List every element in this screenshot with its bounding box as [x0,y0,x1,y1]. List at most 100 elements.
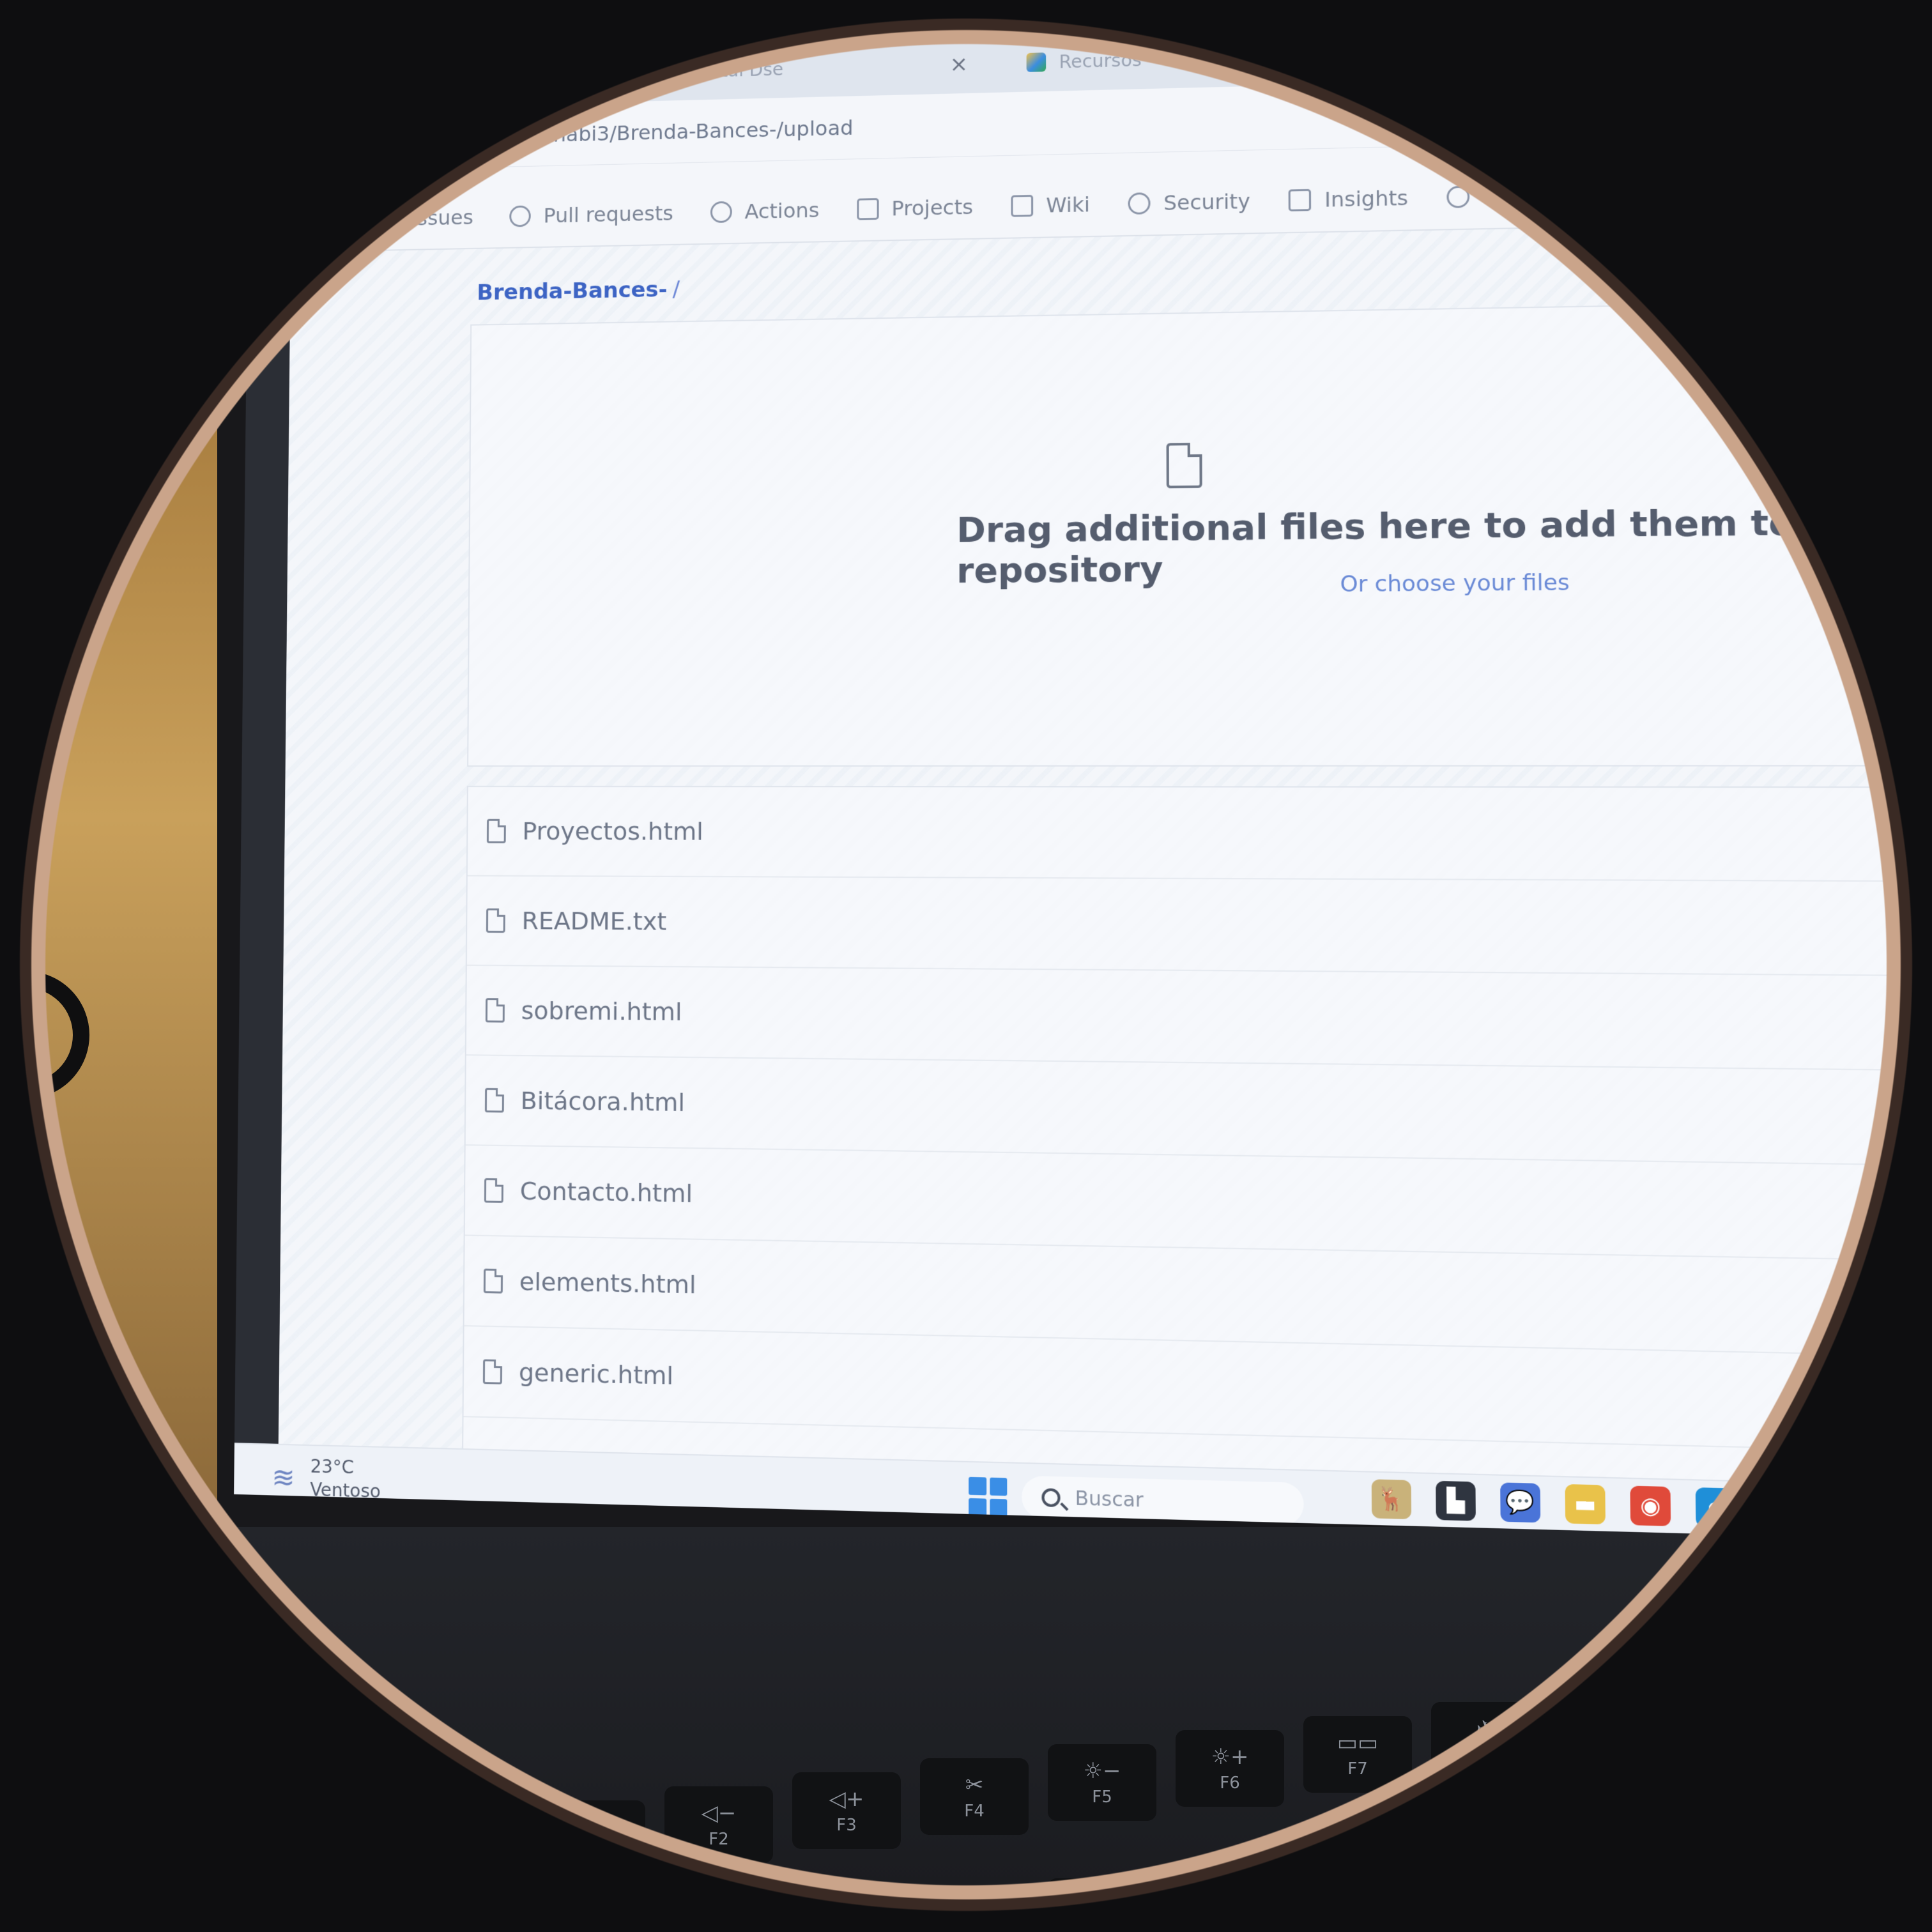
tab-projects[interactable]: Projects [856,195,973,222]
key-glyph: ☼− [1083,1758,1121,1784]
tab-issues[interactable]: Issues [377,205,473,231]
tab-security-label: Security [1163,188,1250,215]
issue-circle-icon [377,208,399,230]
key-f5[interactable]: ☼− F5 [1048,1744,1156,1821]
tab-label: Brenda [397,66,460,89]
file-icon [483,1268,503,1294]
key-label: F3 [836,1816,857,1835]
tab-pull-requests[interactable]: Pull requests [509,201,673,229]
photo-scene: Brenda × Portal Dse × Recursos - Google … [0,0,1932,1932]
key-label: F6 [1220,1774,1240,1793]
tab-actions[interactable]: Actions [710,198,820,224]
portal-icon [661,62,680,82]
terminal-icon[interactable]: ▙ [1436,1480,1476,1521]
key-f2[interactable]: ◁− F2 [664,1786,773,1863]
key-esc[interactable]: Esc ock [409,1814,518,1891]
tab-wiki-label: Wiki [1046,192,1091,218]
tab-insights-label: Insights [1324,185,1409,212]
key-symbol: $ [1096,1880,1108,1899]
weather-widget[interactable]: ≋ 23°C Ventoso [272,1454,381,1503]
breadcrumb: Brenda-Bances- / [477,277,680,305]
start-tile [989,1477,1008,1496]
file-name: README.txt [521,907,667,936]
number-key[interactable]: & 6 [1367,1846,1476,1897]
key-glyph: ▭▭ [1337,1730,1379,1756]
file-name: generic.html [518,1358,674,1390]
tab-code[interactable]: Code [291,208,342,249]
table-icon [856,198,879,220]
key-f1[interactable]: 🔇 F1 [537,1800,645,1877]
play-circle-icon [710,201,732,224]
key-glyph: ☼+ [1211,1744,1249,1770]
search-placeholder: Buscar [1075,1486,1144,1512]
number-key[interactable]: #3 [888,1894,997,1932]
weather-condition: Ventoso [310,1478,381,1503]
key-f7[interactable]: ▭▭ F7 [1303,1716,1412,1793]
laptop-screen: Brenda × Portal Dse × Recursos - Google … [183,0,1932,1590]
wind-icon: ≋ [272,1460,295,1494]
key-label: F7 [1347,1759,1368,1779]
taskbar-search[interactable]: Buscar [1022,1475,1304,1526]
tab-insights[interactable]: Insights [1288,185,1409,213]
key-f4[interactable]: ✂ F4 [920,1758,1029,1835]
taskbar-apps: 🦌 ▙ 💬 ▬ ◉ e ▣ L ✕ [1371,1479,1932,1533]
tab-portal-dse[interactable]: Portal Dse × [636,34,994,102]
key-f3[interactable]: ◁+ F3 [792,1772,901,1849]
file-icon [485,998,505,1023]
tab-label: Portal Dse [692,58,784,82]
folder-icon[interactable]: ▬ [1565,1483,1606,1525]
start-tile [969,1498,986,1516]
tab-issues-label: Issues [411,205,473,231]
file-name: Contacto.html [519,1176,693,1208]
widget-deer-icon[interactable]: 🦌 [1371,1479,1412,1519]
key-symbol: & [1414,1848,1429,1867]
chrome-icon[interactable]: ◉ [1630,1485,1671,1526]
upload-dropzone[interactable]: Drag additional files here to add them t… [467,300,1932,767]
file-icon [484,1087,505,1113]
site-settings-icon[interactable] [360,130,381,148]
list-item: Proyectos.html [467,786,1932,882]
key-f6[interactable]: ☼+ F6 [1176,1730,1284,1807]
number-key[interactable]: " [728,1910,837,1932]
start-button[interactable] [969,1476,1008,1517]
chat-icon[interactable]: 💬 [1500,1482,1541,1523]
l-app-icon[interactable]: L [1827,1491,1869,1532]
shield-icon [1128,192,1151,215]
start-tile [969,1476,986,1495]
start-tile [989,1498,1008,1517]
uploaded-file-list: Proyectos.html README.txt sobremi.html B… [461,785,1932,1544]
tab-security[interactable]: Security [1128,189,1250,216]
store-icon[interactable]: ▣ [1761,1489,1803,1530]
new-tab-button[interactable]: + [1415,36,1439,68]
url-text[interactable]: github.com/Brenabi3/Brenda-Bances-/uploa… [399,116,853,150]
tab-settings-label: Settings [1483,182,1572,209]
tab-settings[interactable]: Settings [1446,182,1572,210]
key-digit: 3 [935,1919,949,1932]
laptop-keyboard: Esc ock 🔇 F1 ◁− F2 ◁+ F3 ✂ F4 ☼− F5 ☼+ F6 ▭▭ F7 ✈ F8 " #3 $4… [409,1702,1687,1932]
repo-link[interactable]: Brenda-Bances- [477,277,667,305]
close-tab-icon[interactable]: × [1349,41,1368,67]
tab-label: Recursos - Google Drive [1059,45,1280,73]
number-key[interactable]: $4 [1048,1878,1156,1929]
tab-brenda[interactable]: Brenda × [341,43,630,109]
number-key[interactable]: % 5 [1208,1862,1316,1913]
file-name: Proyectos.html [522,816,704,846]
close-tab-icon[interactable]: × [586,61,604,86]
key-glyph: ✂ [965,1772,984,1798]
file-icon [486,818,506,843]
tab-pull-requests-label: Pull requests [543,201,673,228]
weather-temp: 23°C [310,1455,355,1478]
tab-wiki[interactable]: Wiki [1011,192,1090,218]
key-glyph: ◁+ [829,1786,864,1812]
key-digit: 5 [1255,1887,1269,1912]
file-icon [482,1359,503,1384]
file-name: sobremi.html [521,996,682,1027]
edge-icon[interactable]: e [1695,1487,1736,1528]
tab-google-drive[interactable]: Recursos - Google Drive × [1000,24,1395,93]
key-label: F1 [581,1844,601,1863]
close-tab-icon[interactable]: × [949,51,968,77]
key-f8[interactable]: ✈ F8 [1431,1702,1540,1779]
vscode-icon[interactable]: ✕ [1893,1492,1932,1533]
key-symbol: " [779,1924,786,1932]
key-glyph: ✈ [1476,1716,1495,1742]
